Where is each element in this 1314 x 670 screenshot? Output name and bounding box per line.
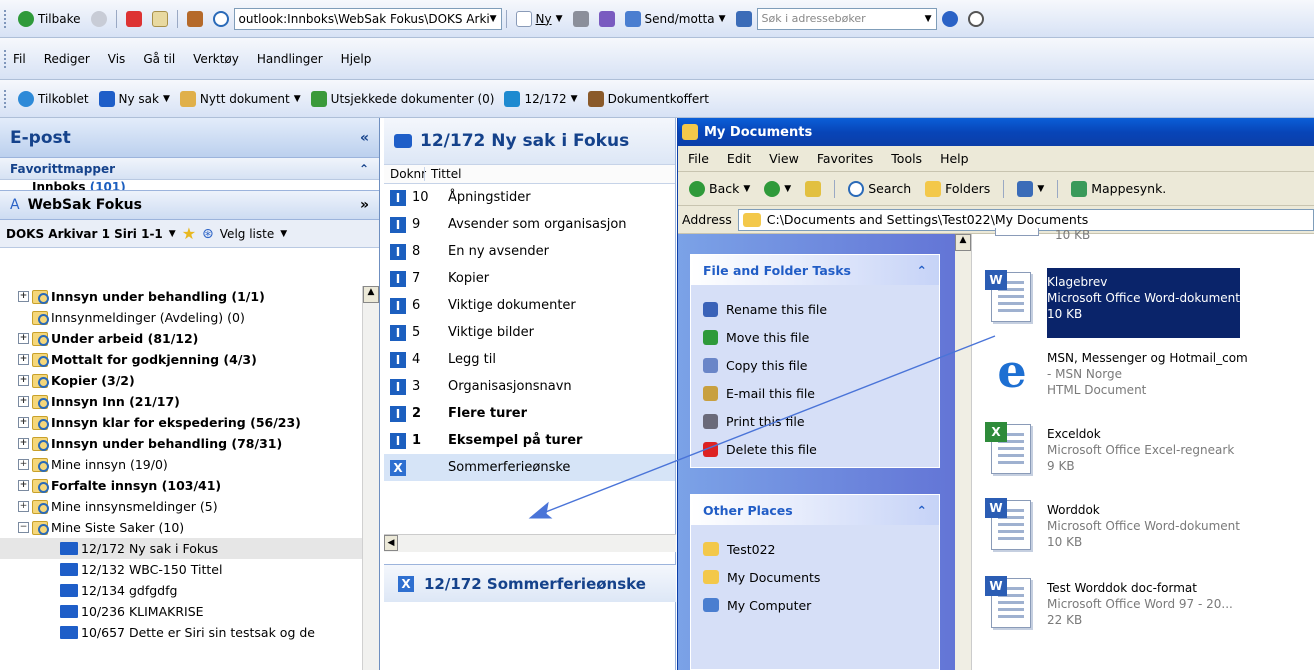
drag-arrow	[528, 335, 996, 519]
